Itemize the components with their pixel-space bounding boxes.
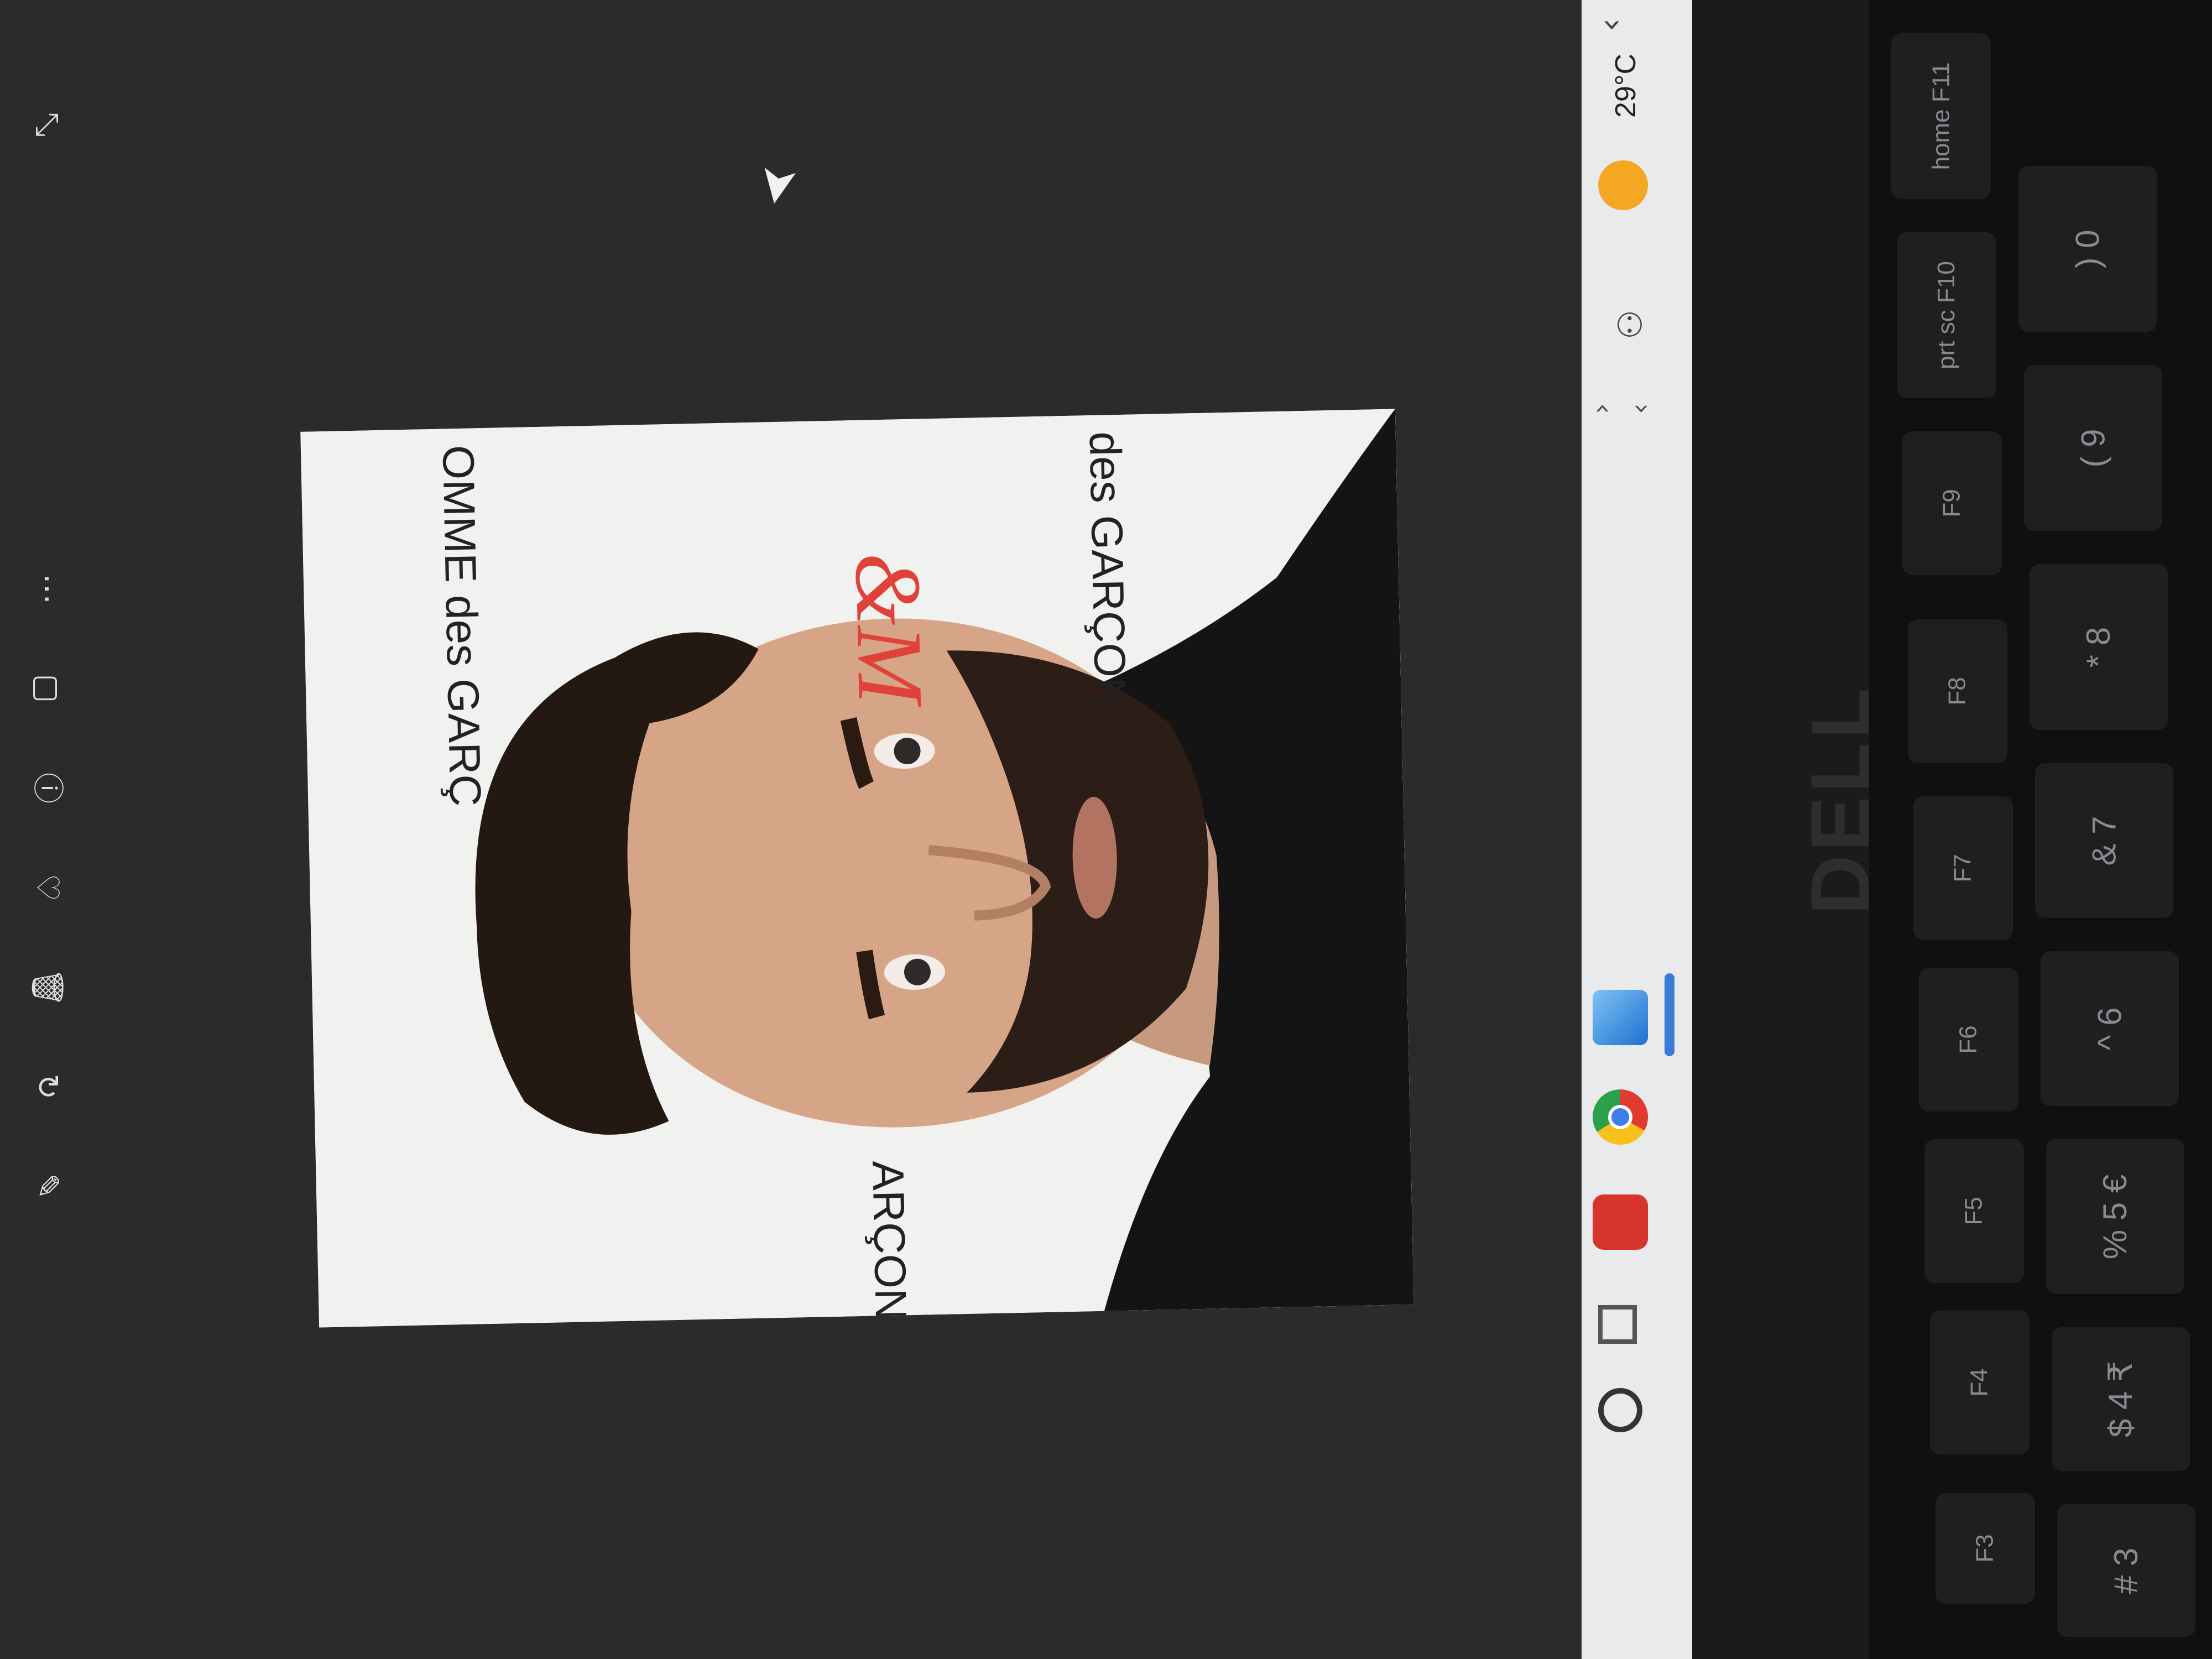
key-3[interactable]: # 3 (2057, 1504, 2195, 1637)
weather-temperature[interactable]: 29°C (1587, 54, 1665, 118)
monitor-screen: ⤡ ⋯ ▢ ⓘ ♡ 🗑 ↻ ✎ ➤ &M OMME des GARÇ des G… (0, 0, 1604, 1659)
key-5[interactable]: % 5 € (2046, 1139, 2184, 1294)
key-f3[interactable]: F3 (1936, 1493, 2035, 1604)
backdrop-text-1: OMME des GARÇ (433, 445, 491, 807)
key-9[interactable]: ( 9 (2024, 365, 2162, 531)
chrome-icon[interactable] (1593, 1089, 1648, 1145)
key-f5[interactable]: F5 (1924, 1139, 2024, 1283)
chevron-up-icon[interactable]: ‹ (1591, 18, 1630, 32)
mouse-cursor-icon: ➤ (746, 160, 811, 211)
keyboard: F3 F4 F5 F6 F7 F8 F9 prt sc F10 home F11… (1869, 0, 2212, 1659)
viewer-toolbar: ⤡ ⋯ ▢ ⓘ ♡ 🗑 ↻ ✎ (0, 0, 100, 1659)
key-f8[interactable]: F8 (1908, 619, 2007, 763)
key-f6[interactable]: F6 (1919, 968, 2018, 1112)
weather-icon (1598, 160, 1648, 210)
backdrop-text-3: ARÇONS (863, 1160, 917, 1328)
delete-icon[interactable]: 🗑 (28, 968, 66, 1007)
chevron-left-icon[interactable]: ‹ (1588, 403, 1620, 414)
search-icon[interactable] (1598, 1388, 1642, 1432)
key-f4[interactable]: F4 (1930, 1311, 2030, 1454)
photo-of-laptop-screen: ⤡ ⋯ ▢ ⓘ ♡ 🗑 ↻ ✎ ➤ &M OMME des GARÇ des G… (0, 0, 2212, 1659)
laptop-bezel: DELL (1692, 0, 1886, 1659)
share-icon[interactable]: ▢ (28, 669, 66, 708)
key-8[interactable]: * 8 (2030, 564, 2168, 730)
photos-icon[interactable] (1593, 990, 1648, 1045)
key-7[interactable]: & 7 (2035, 763, 2173, 918)
key-f11-home[interactable]: home F11 (1891, 33, 1991, 199)
backdrop-text-2: des GARÇON (1080, 431, 1136, 710)
weather-temp-label: 29°C (1610, 53, 1642, 118)
task-view-icon[interactable] (1598, 1305, 1637, 1344)
active-app-indicator (1665, 973, 1674, 1056)
portrait-photo: &M OMME des GARÇ des GARÇON ARÇONS (300, 409, 1414, 1328)
people-icon[interactable]: ⚇ (1604, 310, 1648, 354)
key-f9[interactable]: F9 (1902, 431, 2002, 575)
key-f7[interactable]: F7 (1913, 796, 2013, 940)
key-f10-prtsc[interactable]: prt sc F10 (1897, 232, 1996, 398)
app-icon-red[interactable] (1593, 1194, 1648, 1250)
more-icon[interactable]: ⋯ (28, 570, 66, 608)
key-6[interactable]: ^ 6 (2041, 951, 2179, 1106)
key-4[interactable]: $ 4 ₹ (2052, 1327, 2190, 1471)
rotate-icon[interactable]: ↻ (28, 1067, 66, 1106)
chevron-right-icon[interactable]: › (1626, 403, 1658, 414)
edit-image-icon[interactable]: ✎ (28, 1167, 66, 1206)
svg-text:&M: &M (836, 551, 943, 709)
key-0[interactable]: ) 0 (2018, 166, 2157, 332)
favorite-icon[interactable]: ♡ (28, 868, 66, 907)
info-icon[interactable]: ⓘ (28, 769, 66, 807)
expand-icon[interactable]: ⤡ (28, 105, 66, 144)
taskbar: ⚇ ‹ › 29°C ‹ (1582, 0, 1692, 1659)
